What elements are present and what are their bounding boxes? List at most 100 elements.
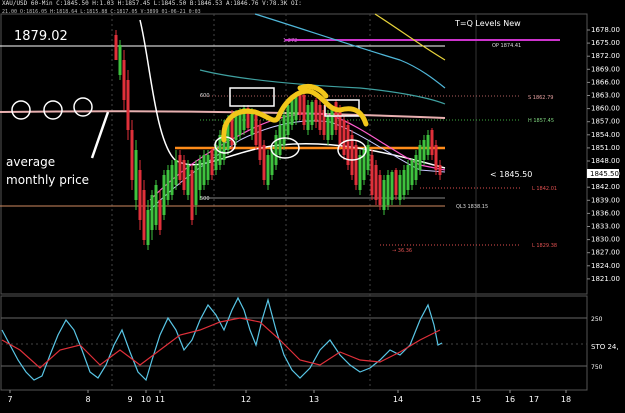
- x-tick-label: 8: [85, 395, 90, 404]
- candle-body: [402, 170, 406, 195]
- y-tick-label: 1824.00: [591, 262, 620, 270]
- level-l-label: L 1842.01: [532, 186, 557, 192]
- y-tick-label: 1866.00: [591, 78, 620, 86]
- candle-body: [182, 160, 186, 190]
- y-tick-label: 1678.00: [591, 26, 620, 34]
- y-tick-label: 1860.00: [591, 105, 620, 113]
- candle-body: [174, 160, 178, 185]
- x-tick-label: 7: [7, 395, 12, 404]
- stochastic-oscillator: 250 750: [1, 296, 603, 382]
- y-tick-label: 1839.00: [591, 196, 620, 204]
- candle-body: [170, 165, 174, 195]
- candle-body: [354, 145, 358, 185]
- candle-body: [406, 165, 410, 190]
- x-tick-label: 11: [155, 395, 165, 404]
- x-tick-label: 17: [529, 395, 539, 404]
- candle-body: [438, 165, 442, 175]
- annotation-arrow: [90, 111, 110, 159]
- y-tick-label: 1842.00: [591, 183, 620, 191]
- candle-body: [138, 170, 142, 220]
- candle-body: [382, 180, 386, 210]
- candle-body: [330, 108, 334, 135]
- candle-body: [114, 35, 118, 60]
- x-tick-label: 9: [127, 395, 132, 404]
- candle-body: [318, 105, 322, 130]
- y-tick-label: 1851.00: [591, 144, 620, 152]
- candle-body: [326, 115, 330, 140]
- candle-body: [350, 135, 354, 175]
- candle-body: [210, 150, 214, 175]
- monthly-average-line: [0, 110, 446, 119]
- ma-cyan: [254, 13, 446, 89]
- low-mark-label: → 36.36: [392, 248, 412, 254]
- average-label-line2: monthly price: [6, 173, 89, 187]
- y-tick-label: 1821.00: [591, 275, 620, 283]
- level-500-label: 500: [200, 196, 210, 202]
- y-tick-label: 1836.00: [591, 209, 620, 217]
- left-price-label: 1879.02: [14, 29, 68, 44]
- y-tick-label: 1675.00: [591, 39, 620, 47]
- annotation-circle: [11, 100, 31, 120]
- annotation-circle: [73, 97, 93, 117]
- candle-body: [366, 145, 370, 170]
- level-h-label: H 1857.45: [528, 118, 554, 124]
- candle-body: [254, 115, 258, 145]
- candle-body: [162, 175, 166, 215]
- candle-body: [418, 145, 422, 170]
- candle-body: [290, 100, 294, 125]
- candle-body: [258, 125, 262, 160]
- candle-body: [266, 155, 270, 185]
- level-op-label: OP 1874.41: [492, 43, 521, 49]
- candle-body: [370, 155, 374, 195]
- candle-body: [294, 95, 298, 120]
- y-tick-label: 1848.00: [591, 157, 620, 165]
- candle-body: [426, 135, 430, 155]
- sto-k-line: [1, 296, 443, 382]
- candle-body: [342, 120, 346, 155]
- x-tick-label: 16: [505, 395, 515, 404]
- candle-body: [198, 160, 202, 190]
- level-ql3-label: QL3 1838.15: [456, 204, 488, 210]
- study-title: T=Q Levels New: [454, 19, 521, 28]
- candle-body: [202, 155, 206, 185]
- stochastic-panel-frame: [0, 295, 588, 391]
- candle-body: [434, 145, 438, 170]
- candle-body: [278, 125, 282, 155]
- x-tick-label: 14: [393, 395, 403, 404]
- annotation-box: [229, 87, 275, 107]
- y-tick-label: 1854.00: [591, 131, 620, 139]
- candle-body: [194, 165, 198, 205]
- candle-body: [166, 170, 170, 200]
- y-tick-label: 1833.00: [591, 223, 620, 231]
- candle-body: [398, 175, 402, 200]
- candle-body: [146, 210, 150, 245]
- candle-body: [386, 175, 390, 205]
- annotation-circle: [43, 100, 63, 120]
- candle-body: [178, 155, 182, 180]
- candle-body: [282, 115, 286, 145]
- price-chart[interactable]: 1678.00 1675.00 1872.00 1869.00 1866.00 1863.…: [0, 0, 625, 413]
- candle-body: [394, 170, 398, 195]
- candle-body: [310, 102, 314, 125]
- candle-body: [158, 200, 162, 230]
- candle-body: [122, 60, 126, 100]
- candle-body: [314, 100, 318, 122]
- candle-body: [358, 155, 362, 190]
- candle-body: [134, 150, 138, 200]
- candle-body: [302, 95, 306, 125]
- stochastic-title: STO 24,: [591, 343, 619, 351]
- candle-body: [430, 130, 434, 155]
- candle-body: [142, 190, 146, 240]
- candle-body: [414, 155, 418, 180]
- sto-tick-label: 750: [591, 364, 603, 371]
- x-tick-label: 18: [561, 395, 571, 404]
- candle-body: [150, 195, 154, 230]
- price-axis: 1678.00 1675.00 1872.00 1869.00 1866.00 1863.…: [587, 26, 620, 283]
- y-tick-label: 1869.00: [591, 65, 620, 73]
- level-600-label: 600: [200, 93, 210, 99]
- x-tick-label: 15: [471, 395, 481, 404]
- candle-body: [154, 185, 158, 225]
- level-l2-label: L 1829.38: [532, 243, 557, 249]
- y-tick-label: 1827.00: [591, 249, 620, 257]
- sto-tick-label: 250: [591, 316, 603, 323]
